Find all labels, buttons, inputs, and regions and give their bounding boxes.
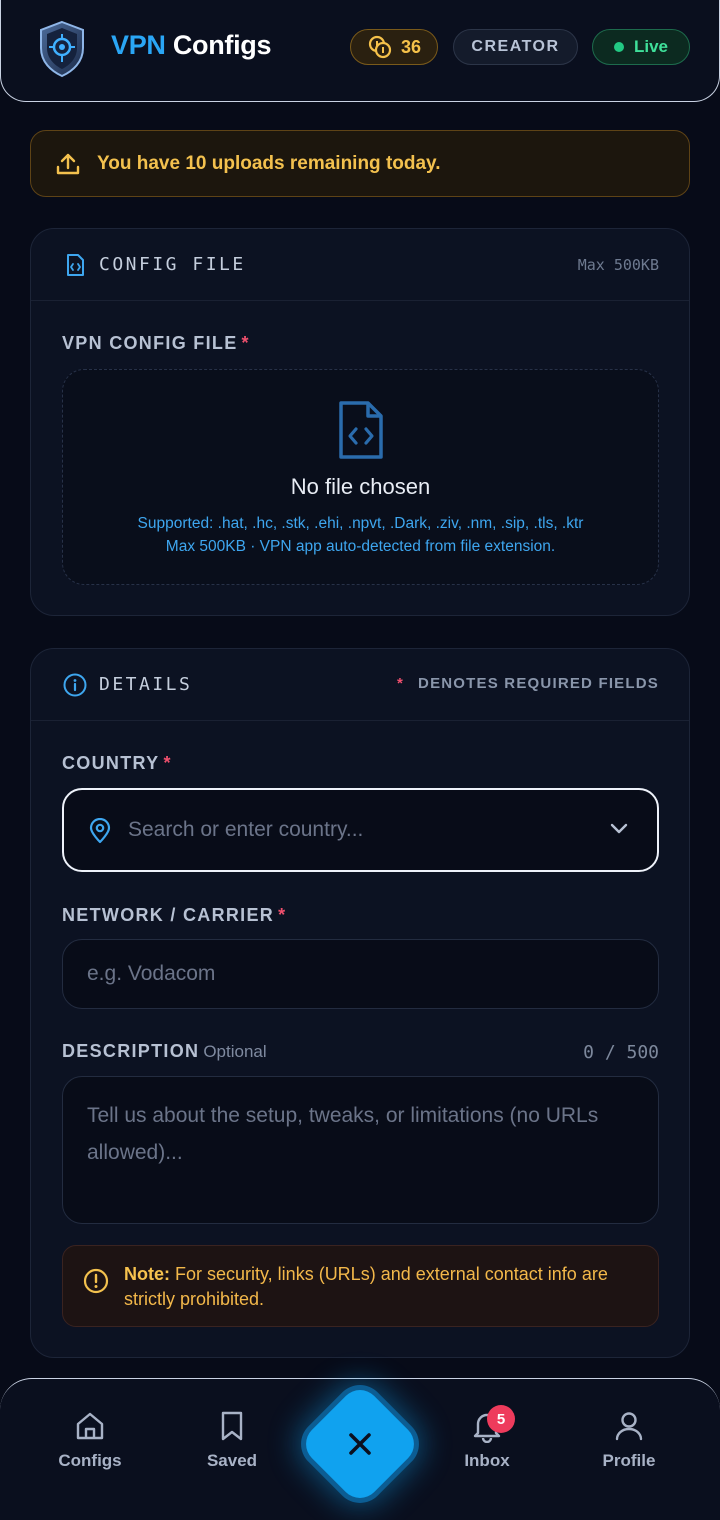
uploads-remaining-banner: You have 10 uploads remaining today. [30, 130, 690, 197]
details-card: DETAILS * DENOTES REQUIRED FIELDS COUNTRY… [30, 648, 690, 1358]
code-file-icon [339, 401, 383, 459]
max-size-label: Max 500KB [577, 256, 659, 274]
security-note: Note: For security, links (URLs) and ext… [62, 1245, 659, 1327]
live-dot-icon [613, 42, 624, 52]
details-card-title: DETAILS [99, 674, 193, 695]
coins-count: 36 [400, 36, 422, 57]
app-title-configs: Configs [172, 30, 272, 60]
required-star: * [241, 333, 250, 353]
creator-role-badge: CREATOR [453, 29, 578, 65]
app-title: VPN Configs [111, 30, 272, 61]
details-card-header: DETAILS * DENOTES REQUIRED FIELDS [31, 649, 689, 721]
chevron-down-icon[interactable] [609, 822, 629, 836]
inbox-unread-badge: 5 [487, 1405, 515, 1433]
config-file-card: CONFIG FILE Max 500KB VPN CONFIG FILE * N… [30, 228, 690, 616]
page: VPN Configs 36 CREATOR Live You have 10 … [0, 0, 720, 1520]
nav-item-saved[interactable]: Saved [177, 1409, 287, 1471]
warning-icon [83, 1268, 109, 1294]
required-star: * [278, 905, 287, 925]
network-label-text: NETWORK / CARRIER [62, 905, 275, 925]
security-note-text: Note: For security, links (URLs) and ext… [124, 1262, 634, 1312]
file-size-hint: Max 500KB · VPN app auto-detected from f… [165, 538, 556, 555]
network-label: NETWORK / CARRIER * [62, 905, 286, 926]
upload-icon [56, 153, 80, 175]
nav-item-configs[interactable]: Configs [35, 1409, 145, 1471]
live-status-badge: Live [592, 29, 690, 65]
live-status-label: Live [633, 37, 669, 56]
required-fields-note-text: DENOTES REQUIRED FIELDS [418, 675, 659, 692]
nav-item-profile[interactable]: Profile [574, 1409, 684, 1471]
close-fab-button[interactable] [297, 1381, 423, 1507]
optional-tag: Optional [203, 1042, 267, 1061]
description-textarea[interactable]: Tell us about the setup, tweaks, or limi… [62, 1076, 659, 1224]
network-placeholder: e.g. Vodacom [87, 962, 216, 985]
nav-label-saved: Saved [206, 1451, 258, 1470]
required-fields-note: * DENOTES REQUIRED FIELDS [397, 675, 659, 692]
config-file-card-title: CONFIG FILE [99, 254, 246, 275]
no-file-chosen-text: No file chosen [290, 474, 431, 499]
bookmark-icon [221, 1411, 243, 1441]
coins-icon [368, 35, 392, 59]
description-label: DESCRIPTION Optional [62, 1041, 267, 1062]
close-icon [303, 1387, 417, 1501]
info-icon [63, 673, 87, 697]
supported-formats-text: Supported: .hat, .hc, .stk, .ehi, .npvt,… [63, 512, 658, 558]
security-note-title: Note: [124, 1264, 170, 1284]
location-pin-icon [89, 818, 111, 844]
vpn-config-file-label-text: VPN CONFIG FILE [62, 333, 238, 353]
required-star: * [163, 753, 172, 773]
description-placeholder: Tell us about the setup, tweaks, or limi… [87, 1104, 599, 1164]
coins-badge[interactable]: 36 [350, 29, 438, 65]
security-note-body: For security, links (URLs) and external … [124, 1264, 608, 1309]
nav-label-inbox: Inbox [464, 1451, 510, 1470]
uploads-remaining-text: You have 10 uploads remaining today. [97, 152, 441, 174]
description-label-text: DESCRIPTION [62, 1041, 200, 1061]
supported-extensions: Supported: .hat, .hc, .stk, .ehi, .npvt,… [137, 515, 584, 532]
shield-logo-icon [40, 20, 84, 78]
required-star: * [396, 675, 405, 692]
description-char-counter: 0 / 500 [583, 1042, 659, 1063]
nav-label-configs: Configs [58, 1451, 122, 1470]
vpn-config-file-label: VPN CONFIG FILE * [62, 333, 250, 354]
network-input[interactable]: e.g. Vodacom [62, 939, 659, 1009]
nav-label-profile: Profile [602, 1451, 656, 1470]
file-dropzone[interactable]: No file chosen Supported: .hat, .hc, .st… [62, 369, 659, 585]
config-file-card-header: CONFIG FILE Max 500KB [31, 229, 689, 301]
code-file-icon [67, 254, 84, 276]
country-label: COUNTRY * [62, 753, 172, 774]
home-icon [76, 1412, 104, 1440]
app-header: VPN Configs 36 CREATOR Live [0, 0, 720, 102]
app-title-vpn: VPN [111, 30, 166, 60]
country-select[interactable]: Search or enter country... [62, 788, 659, 872]
country-label-text: COUNTRY [62, 753, 160, 773]
country-placeholder: Search or enter country... [128, 818, 364, 841]
user-icon [615, 1412, 643, 1441]
